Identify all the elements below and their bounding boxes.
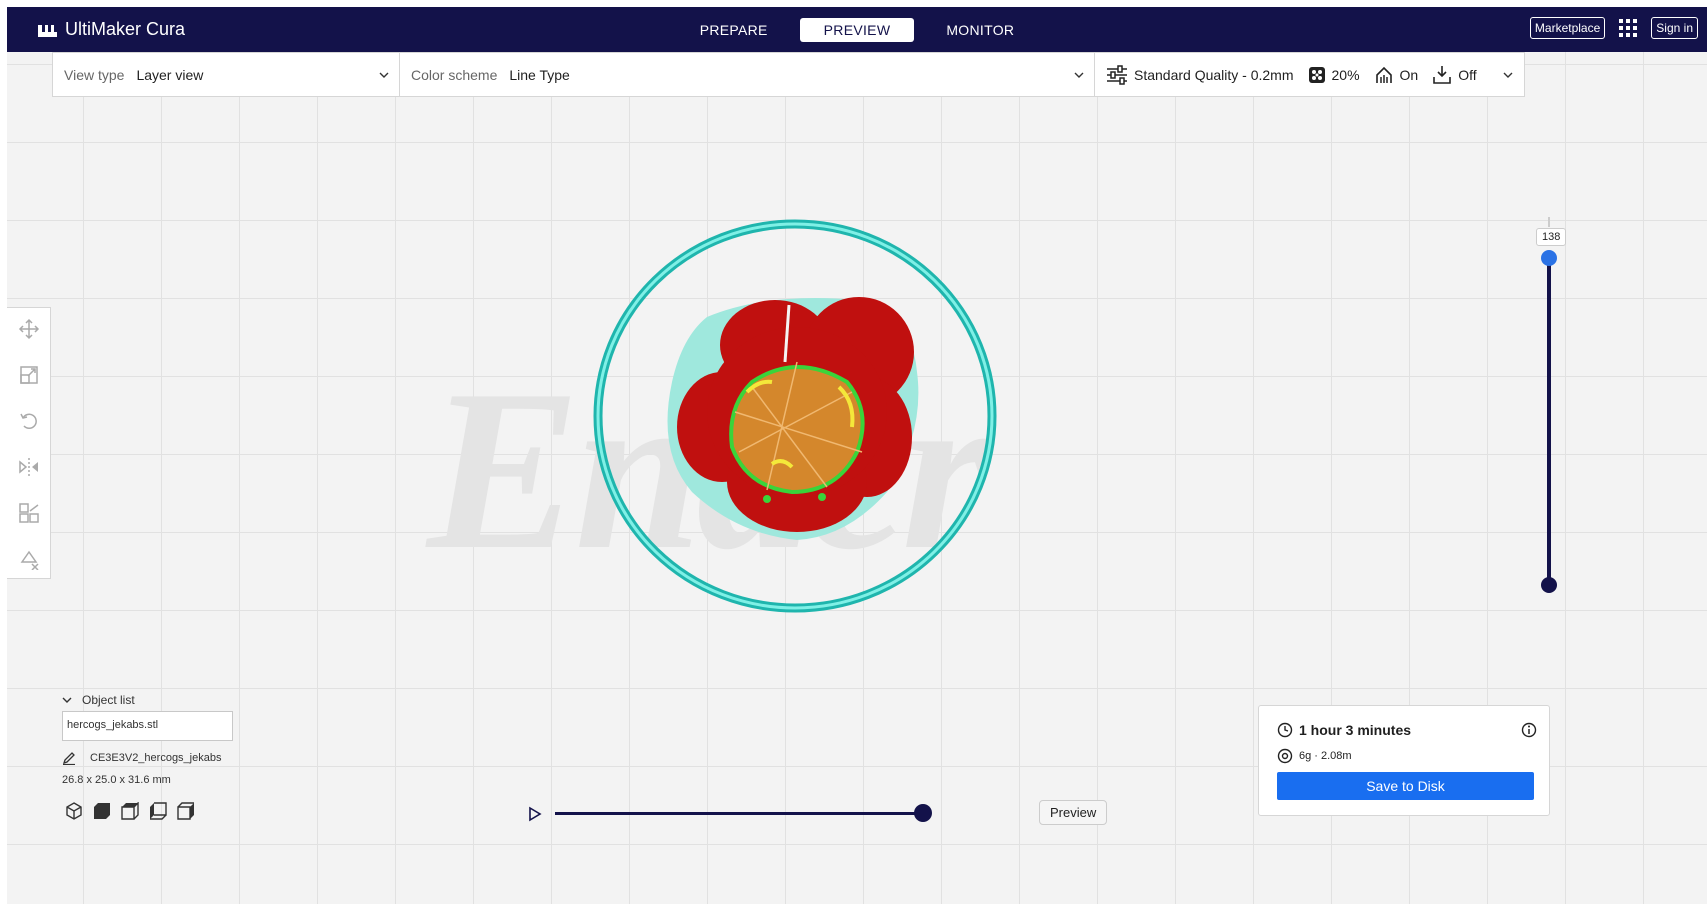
object-dimensions: 26.8 x 25.0 x 31.6 mm <box>62 774 171 786</box>
object-list-header[interactable]: Object list <box>62 693 233 707</box>
print-settings-summary[interactable]: Standard Quality - 0.2mm 20% On Off <box>1095 53 1524 96</box>
play-icon[interactable] <box>527 806 543 822</box>
job-name-row[interactable]: CE3E3V2_hercogs_jekabs <box>62 751 233 765</box>
chevron-down-icon <box>1074 72 1084 78</box>
move-tool-icon[interactable] <box>18 318 40 340</box>
color-scheme-label: Color scheme <box>411 66 498 83</box>
infill-icon <box>1308 66 1325 83</box>
top-view-icon[interactable] <box>121 801 139 820</box>
tab-prepare[interactable]: PREPARE <box>676 18 792 42</box>
infill-value: 20% <box>1331 66 1360 83</box>
path-slider-track[interactable] <box>555 812 925 815</box>
layer-slider-top-cap <box>1548 217 1550 227</box>
view-type-label: View type <box>64 66 125 83</box>
pin-right <box>818 493 826 501</box>
support-blocker-icon[interactable] <box>18 548 40 571</box>
quality-setting: Standard Quality - 0.2mm <box>1106 64 1294 85</box>
object-list-title: Object list <box>82 693 135 707</box>
apps-grid-icon[interactable] <box>1617 17 1639 39</box>
chevron-down-icon <box>1503 72 1513 78</box>
material-usage: 6g · 2.08m <box>1299 750 1352 762</box>
chevron-down-icon <box>379 72 389 78</box>
front-view-icon[interactable] <box>93 802 111 820</box>
support-value: On <box>1399 66 1419 83</box>
save-to-disk-button[interactable]: Save to Disk <box>1277 772 1534 800</box>
tab-monitor[interactable]: MONITOR <box>922 18 1038 42</box>
infill-area <box>729 365 865 495</box>
stage-tabs: PREPARE PREVIEW MONITOR <box>7 18 1707 42</box>
tool-palette <box>7 307 51 579</box>
path-slider-handle[interactable] <box>914 804 932 822</box>
job-name: CE3E3V2_hercogs_jekabs <box>90 752 222 764</box>
info-icon[interactable] <box>1521 722 1537 738</box>
quality-value: Standard Quality - 0.2mm <box>1134 66 1294 83</box>
layer-slider-track[interactable] <box>1547 257 1551 590</box>
sign-in-button[interactable]: Sign in <box>1651 17 1698 39</box>
sliders-icon <box>1107 64 1127 85</box>
layer-slider-lower-handle[interactable] <box>1541 577 1557 593</box>
material-usage-row: 6g · 2.08m <box>1277 748 1352 764</box>
scale-tool-icon[interactable] <box>18 364 40 386</box>
print-info-panel: 1 hour 3 minutes 6g · 2.08m Save to Disk <box>1258 705 1550 816</box>
left-view-icon[interactable] <box>149 802 167 820</box>
layer-number-label[interactable]: 138 <box>1536 228 1567 246</box>
color-scheme-value: Line Type <box>509 66 570 83</box>
spool-icon <box>1277 748 1293 764</box>
3d-view-icon[interactable] <box>65 802 83 820</box>
pin-left <box>763 495 771 503</box>
header-actions: Marketplace Sign in <box>1529 17 1698 39</box>
infill-setting: 20% <box>1308 66 1360 84</box>
tab-preview[interactable]: PREVIEW <box>799 18 915 42</box>
clock-icon <box>1277 722 1293 738</box>
support-setting: On <box>1374 65 1419 85</box>
view-type-value: Layer view <box>136 66 204 83</box>
preview-tooltip: Preview <box>1039 800 1108 825</box>
object-file-item[interactable]: hercogs_jekabs.stl <box>62 711 233 741</box>
rotate-tool-icon[interactable] <box>18 410 40 432</box>
adhesion-setting: Off <box>1432 65 1477 85</box>
adhesion-value: Off <box>1458 66 1477 83</box>
right-view-icon[interactable] <box>177 802 195 820</box>
view-type-dropdown[interactable]: View type Layer view <box>53 53 400 96</box>
layer-slider-upper-handle[interactable] <box>1541 250 1557 266</box>
pencil-icon[interactable] <box>62 751 76 765</box>
color-scheme-dropdown[interactable]: Color scheme Line Type <box>400 53 1095 96</box>
adhesion-icon <box>1433 65 1452 84</box>
object-list-panel: Object list hercogs_jekabs.stl CE3E3V2_h… <box>62 693 233 786</box>
top-bar: UltiMaker Cura PREPARE PREVIEW MONITOR M… <box>7 7 1707 52</box>
support-icon <box>1375 66 1392 83</box>
mirror-tool-icon[interactable] <box>18 456 40 478</box>
print-settings-bar: View type Layer view Color scheme Line T… <box>52 52 1525 97</box>
camera-view-buttons <box>65 801 195 820</box>
app-window: UltiMaker Cura PREPARE PREVIEW MONITOR M… <box>7 7 1707 904</box>
marketplace-button[interactable]: Marketplace <box>1529 17 1606 39</box>
per-model-settings-icon[interactable] <box>18 502 40 524</box>
print-time-row: 1 hour 3 minutes <box>1277 722 1411 738</box>
chevron-down-icon <box>62 697 72 703</box>
print-time: 1 hour 3 minutes <box>1299 722 1412 738</box>
